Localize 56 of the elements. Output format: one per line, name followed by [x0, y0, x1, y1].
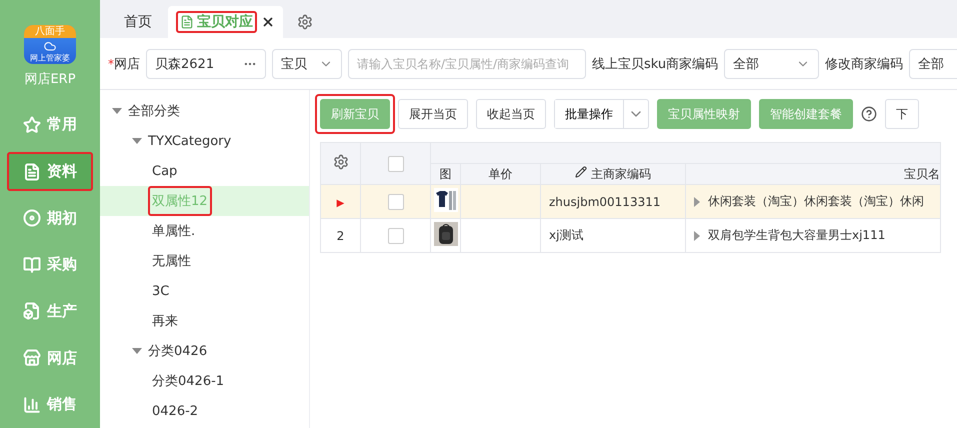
sku-label: 线上宝贝sku商家编码	[592, 56, 718, 72]
settings-icon[interactable]	[297, 14, 313, 30]
star-icon	[23, 116, 41, 134]
app-name: 网店ERP	[24, 70, 76, 88]
tree-item[interactable]: TYXCategory	[128, 128, 236, 154]
search-field[interactable]: 请输入宝贝名称/宝贝属性/商家编码查询	[348, 48, 586, 78]
tab[interactable]: 首页	[112, 6, 164, 38]
document-icon	[23, 162, 41, 181]
table-cell: 双肩包学生背包大容量男士xj111	[686, 218, 940, 252]
column-header: 主商家编码	[540, 164, 686, 184]
logo-badge: 八面手	[24, 25, 76, 38]
pencil-icon	[575, 166, 587, 178]
column-header: 图	[430, 164, 460, 184]
tree-item[interactable]: Cap	[148, 158, 182, 184]
collapse-caret-icon[interactable]	[132, 138, 142, 144]
settings-icon[interactable]	[332, 154, 348, 170]
scope-select[interactable]: 宝贝	[272, 48, 342, 78]
shop-field[interactable]: 贝森2621	[146, 48, 266, 78]
expand-caret-icon[interactable]	[694, 196, 700, 206]
checkbox[interactable]	[388, 228, 404, 244]
document-icon	[180, 15, 194, 29]
book-icon	[23, 256, 41, 274]
column-header: 单价	[460, 164, 540, 184]
bar-chart-icon	[23, 396, 41, 414]
sku-select[interactable]: 全部	[724, 48, 820, 78]
checkbox[interactable]	[388, 156, 404, 172]
tree-item[interactable]: 全部分类	[108, 96, 184, 126]
edit-code-select[interactable]: 全部	[909, 48, 957, 78]
table-cell: 2	[320, 218, 360, 252]
expand-caret-icon[interactable]	[694, 230, 700, 240]
tree-item[interactable]: 单属性.	[148, 216, 200, 246]
collapse-caret-icon[interactable]	[112, 108, 122, 114]
batch-button[interactable]: 批量操作	[555, 100, 624, 128]
file-icon	[23, 302, 41, 320]
disc-icon	[23, 209, 41, 228]
checkbox[interactable]	[388, 194, 404, 210]
toolbar-button[interactable]: 展开当页	[398, 99, 468, 129]
collapse-caret-icon[interactable]	[132, 348, 142, 354]
required-mark: *	[108, 56, 114, 70]
tree-item[interactable]: 再来	[148, 306, 182, 336]
column-header: 宝贝名	[686, 164, 940, 184]
help-icon[interactable]	[861, 106, 877, 122]
tree-item[interactable]: 无属性	[148, 246, 195, 276]
edit-code-label: 修改商家编码	[825, 56, 904, 72]
tree-item[interactable]: 3C	[148, 278, 174, 304]
logo-caption: 网上管家婆	[30, 54, 70, 63]
store-icon	[23, 349, 41, 368]
close-icon[interactable]	[261, 15, 275, 29]
tree-item[interactable]: 分类0426	[128, 336, 212, 366]
tree-item[interactable]: 0426-2	[148, 398, 202, 424]
toolbar-button[interactable]: 收起当页	[476, 99, 546, 129]
table-cell: xj测试	[540, 218, 686, 252]
batch-split-button[interactable]: 批量操作	[554, 99, 649, 129]
tree-item[interactable]: 分类0426-1	[148, 366, 228, 396]
shop-label: 网店	[114, 56, 140, 72]
toolbar-button[interactable]: 下	[885, 99, 919, 129]
